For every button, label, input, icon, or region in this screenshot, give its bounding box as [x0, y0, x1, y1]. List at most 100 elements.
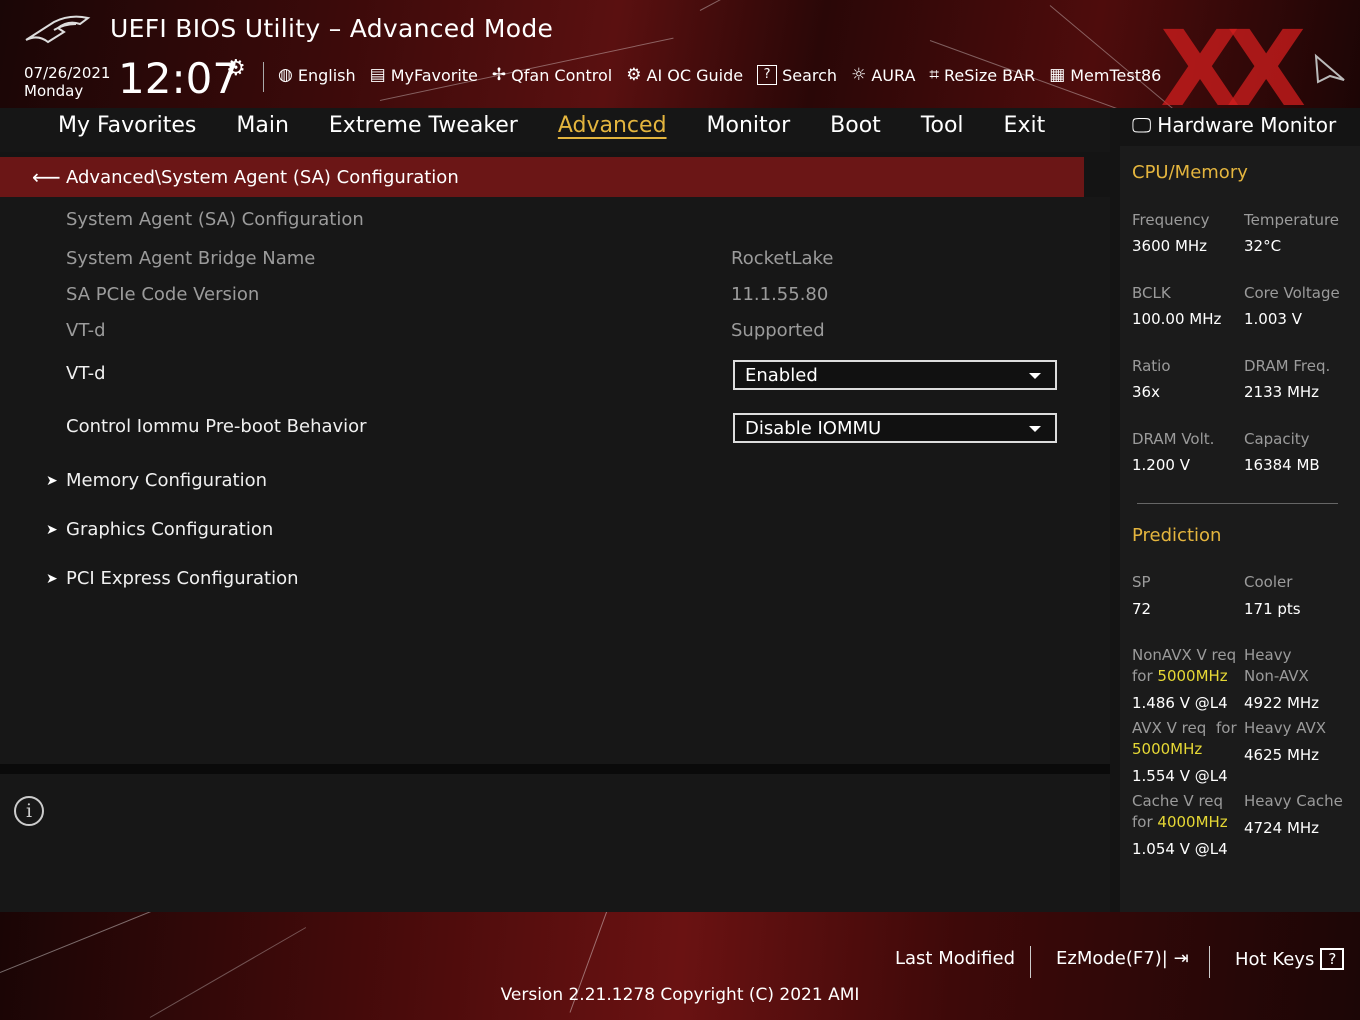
tool-resize-bar[interactable]: ⌗ ReSize BAR: [929, 62, 1035, 88]
prediction-section-title: Prediction: [1132, 525, 1222, 546]
avx-vreq-value: 1.554 V @L4: [1132, 767, 1228, 785]
memtest-icon: ▦: [1049, 65, 1066, 85]
monitor-display-icon: 🖵: [1132, 113, 1152, 137]
help-question-icon: ?: [1320, 948, 1345, 970]
search-icon: ?: [757, 65, 778, 85]
header-divider: [263, 62, 264, 92]
tab-monitor[interactable]: Monitor: [687, 113, 811, 138]
heavy-avx-value: 4625 MHz: [1244, 746, 1320, 764]
fan-icon: ✢: [491, 65, 507, 85]
nonavx-vreq-value: 1.486 V @L4: [1132, 694, 1228, 712]
app-title: UEFI BIOS Utility – Advanced Mode: [110, 14, 554, 43]
resize-bar-icon: ⌗: [929, 65, 939, 85]
avx-vreq-for-text: for: [1216, 719, 1237, 737]
date-text: 07/26/2021: [24, 64, 111, 82]
cache-target-freq: 4000MHz: [1157, 813, 1228, 831]
heavy-cache-value: 4724 MHz: [1244, 819, 1320, 837]
clock[interactable]: 12:07: [118, 54, 239, 103]
tab-my-favorites[interactable]: My Favorites: [38, 113, 216, 138]
tool-qfan-control[interactable]: ✢ Qfan Control: [492, 62, 612, 88]
tab-boot[interactable]: Boot: [810, 113, 901, 138]
aura-light-icon: ☼: [851, 65, 867, 85]
version-copyright: Version 2.21.1278 Copyright (C) 2021 AMI: [500, 985, 860, 1005]
submenu-pci-express-configuration[interactable]: PCI Express Configuration: [66, 568, 299, 589]
tool-label: Qfan Control: [511, 65, 613, 85]
tab-advanced[interactable]: Advanced: [538, 113, 687, 138]
heavy-cache-label: Heavy Cache: [1244, 792, 1343, 810]
dram-volt-label: DRAM Volt.: [1132, 430, 1215, 448]
cache-vreq-label: Cache V req: [1132, 792, 1224, 810]
favorite-icon: ▤: [369, 65, 386, 85]
tool-ai-oc-guide[interactable]: ⚙ AI OC Guide: [626, 62, 743, 88]
tab-main[interactable]: Main: [216, 113, 309, 138]
ezmode-label: EzMode(F7)|: [1056, 948, 1168, 969]
info-icon: i: [14, 796, 44, 826]
cursor-arrow-icon: [1314, 53, 1345, 84]
clock-settings-gear-icon[interactable]: ⚙: [226, 56, 246, 81]
breadcrumb-path: Advanced\System Agent (SA) Configuration: [66, 166, 459, 188]
chevron-down-icon: [1029, 373, 1041, 379]
help-info-panel: [0, 774, 1110, 912]
vtd-support-label: VT-d: [66, 320, 106, 341]
submenu-arrow-icon: ➤: [46, 571, 58, 587]
avx-target-freq: 5000MHz: [1132, 740, 1203, 758]
cooler-value: 171 pts: [1244, 600, 1301, 618]
tool-memtest[interactable]: ▦ MemTest86: [1049, 62, 1161, 88]
bclk-label: BCLK: [1132, 284, 1171, 302]
tool-label: AURA: [871, 65, 916, 85]
ratio-value: 36x: [1132, 383, 1160, 401]
capacity-value: 16384 MB: [1244, 456, 1320, 474]
chevron-down-icon: [1029, 426, 1041, 432]
tool-label: ReSize BAR: [943, 65, 1036, 85]
submenu-memory-configuration[interactable]: Memory Configuration: [66, 470, 267, 491]
globe-icon: ◍: [278, 65, 293, 85]
core-voltage-value: 1.003 V: [1244, 310, 1302, 328]
dram-volt-value: 1.200 V: [1132, 456, 1190, 474]
ai-chip-icon: ⚙: [626, 65, 642, 85]
core-voltage-label: Core Voltage: [1244, 284, 1340, 302]
submenu-arrow-icon: ➤: [46, 522, 58, 538]
tool-myfavorite[interactable]: ▤ MyFavorite: [370, 62, 478, 88]
tab-exit[interactable]: Exit: [984, 113, 1066, 138]
vtd-select[interactable]: Enabled: [733, 360, 1057, 390]
exit-to-ezmode-icon: ⇥: [1173, 948, 1189, 969]
section-title: System Agent (SA) Configuration: [66, 209, 364, 230]
day-text: Monday: [24, 82, 84, 100]
tab-extreme-tweaker[interactable]: Extreme Tweaker: [309, 113, 538, 138]
tool-english[interactable]: ◍ English: [278, 62, 356, 88]
for-text: for: [1132, 667, 1158, 685]
cache-vreq-freq-line: for 4000MHz: [1132, 813, 1228, 831]
hardware-monitor-title: 🖵 Hardware Monitor: [1132, 113, 1336, 137]
iommu-select[interactable]: Disable IOMMU: [733, 413, 1057, 443]
hardware-monitor-title-text: Hardware Monitor: [1157, 113, 1337, 137]
hardware-monitor-divider: [1137, 503, 1338, 504]
nonavx-vreq-label: NonAVX V req: [1132, 646, 1237, 664]
submenu-graphics-configuration[interactable]: Graphics Configuration: [66, 519, 273, 540]
tool-label: MemTest86: [1070, 65, 1162, 85]
tool-label: English: [297, 65, 356, 85]
nonavx-vreq-freq-line: for 5000MHz: [1132, 667, 1228, 685]
tool-search[interactable]: ? Search: [757, 62, 837, 88]
frequency-label: Frequency: [1132, 211, 1210, 229]
date-display[interactable]: 07/26/2021 Monday: [24, 64, 110, 100]
cpu-memory-section-title: CPU/Memory: [1132, 162, 1248, 183]
capacity-label: Capacity: [1244, 430, 1310, 448]
frequency-value: 3600 MHz: [1132, 237, 1208, 255]
last-modified-button[interactable]: Last Modified: [895, 948, 1015, 969]
heavy-nonavx-value: 4922 MHz: [1244, 694, 1320, 712]
iommu-setting-label: Control Iommu Pre-boot Behavior: [66, 416, 367, 437]
ratio-label: Ratio: [1132, 357, 1171, 375]
bridge-name-label: System Agent Bridge Name: [66, 248, 316, 269]
cache-vreq-value: 1.054 V @L4: [1132, 840, 1228, 858]
ezmode-button[interactable]: EzMode(F7)| ⇥: [1056, 948, 1189, 969]
back-arrow-icon[interactable]: ⟵: [32, 165, 66, 189]
hot-keys-label: Hot Keys: [1235, 948, 1315, 970]
tool-label: Search: [782, 65, 838, 85]
tab-tool[interactable]: Tool: [901, 113, 984, 138]
tool-aura[interactable]: ☼ AURA: [851, 62, 915, 88]
avx-vreq-label: AVX V req: [1132, 719, 1207, 737]
vtd-setting-label: VT-d: [66, 363, 106, 384]
heavy-avx-label: Heavy AVX: [1244, 719, 1327, 737]
hot-keys-button[interactable]: Hot Keys ?: [1235, 948, 1345, 970]
tool-label: MyFavorite: [390, 65, 478, 85]
